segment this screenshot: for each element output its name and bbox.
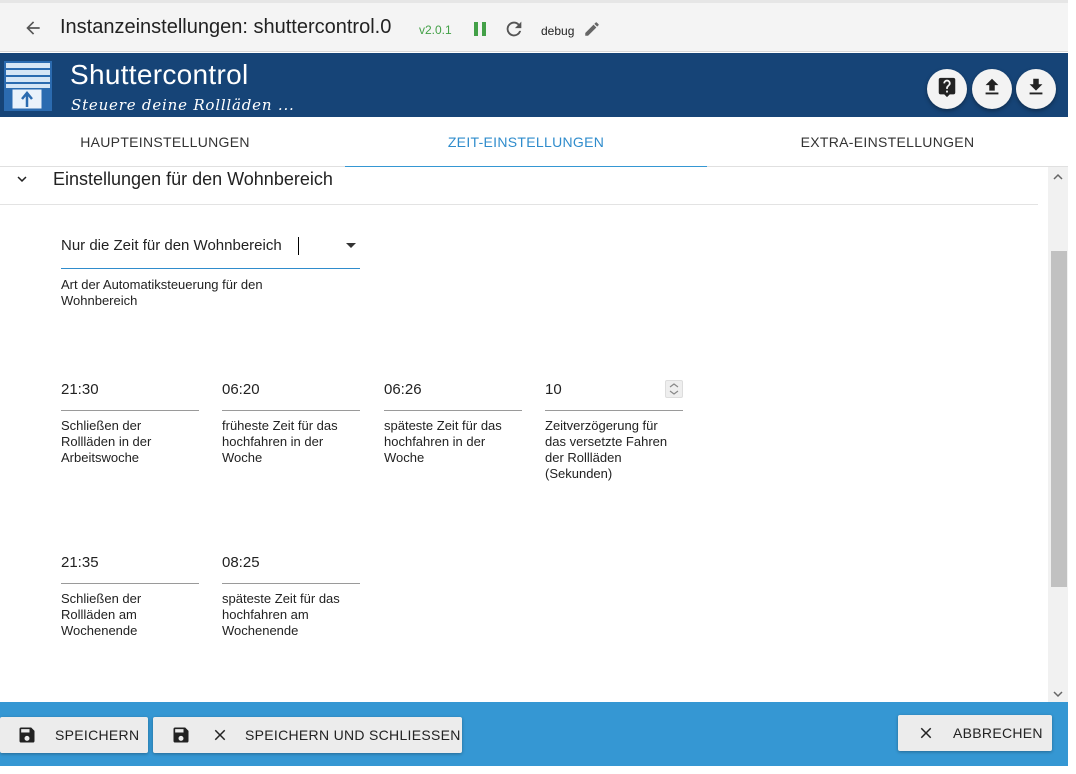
cancel-button[interactable]: ABBRECHEN — [898, 715, 1052, 751]
shutter-logo-icon — [4, 61, 52, 111]
help-icon — [936, 76, 958, 103]
top-bar: Instanzeinstellungen: shuttercontrol.0 v… — [0, 0, 1068, 52]
download-icon — [1025, 76, 1047, 103]
close-icon — [915, 722, 937, 744]
settings-content: Einstellungen für den Wohnbereich Nur di… — [0, 167, 1040, 702]
window-edge — [0, 766, 1076, 774]
tab-label: ZEIT-EINSTELLUNGEN — [447, 134, 605, 150]
caret-down-icon — [346, 243, 356, 248]
vertical-scrollbar[interactable] — [1048, 167, 1068, 702]
chevron-down-icon[interactable] — [13, 170, 31, 188]
window-edge — [1068, 0, 1076, 774]
tab-zeit-einstellungen[interactable]: ZEIT-EINSTELLUNGEN — [345, 117, 707, 168]
adapter-header: Shuttercontrol Steuere deine Rollläden .… — [0, 53, 1068, 117]
tab-haupteinstellungen[interactable]: HAUPTEINSTELLUNGEN — [0, 117, 330, 167]
earliest-up-weekday-field[interactable]: 06:20 — [222, 371, 360, 411]
field-value: 10 — [545, 381, 562, 398]
tab-label: EXTRA-EINSTELLUNGEN — [800, 134, 975, 150]
tab-label: HAUPTEINSTELLUNGEN — [80, 134, 250, 150]
upload-button[interactable] — [972, 69, 1012, 109]
edit-pencil-icon[interactable] — [583, 20, 601, 38]
field-value: 21:30 — [61, 381, 99, 398]
field-value: 06:26 — [384, 381, 422, 398]
text-cursor — [298, 237, 299, 255]
select-value: Nur die Zeit für den Wohnbereich — [61, 237, 282, 254]
automation-mode-select[interactable]: Nur die Zeit für den Wohnbereich — [61, 229, 360, 269]
field-value: 06:20 — [222, 381, 260, 398]
save-button[interactable]: SPEICHERN — [0, 717, 148, 753]
field-label: Schließen der Rollläden am Wochenende — [61, 591, 142, 638]
reload-icon[interactable] — [503, 18, 525, 40]
field-value: 21:35 — [61, 554, 99, 571]
section-title: Einstellungen für den Wohnbereich — [53, 169, 333, 189]
field-value: 08:25 — [222, 554, 260, 571]
version-label: v2.0.1 — [419, 23, 452, 37]
field-label: Schließen der Rollläden in der Arbeitswo… — [61, 418, 152, 465]
tab-extra-einstellungen[interactable]: EXTRA-EINSTELLUNGEN — [707, 117, 1068, 167]
number-spinner[interactable] — [665, 380, 683, 398]
app-subtitle: Steuere deine Rollläden ... — [71, 96, 295, 114]
close-weekday-time-field[interactable]: 21:30 — [61, 371, 199, 411]
action-footer: SPEICHERN SPEICHERN UND SCHLIESSEN ABBRE… — [0, 702, 1068, 766]
floppy-disk-icon — [170, 724, 192, 746]
log-level-label: debug — [541, 24, 575, 38]
delay-seconds-field[interactable]: 10 — [545, 371, 683, 411]
button-label: SPEICHERN UND SCHLIESSEN — [245, 727, 461, 743]
download-button[interactable] — [1016, 69, 1056, 109]
help-button[interactable] — [927, 69, 967, 109]
scroll-down-icon[interactable] — [1052, 687, 1064, 699]
pause-icon[interactable] — [472, 20, 488, 38]
settings-tabs: HAUPTEINSTELLUNGEN ZEIT-EINSTELLUNGEN EX… — [0, 117, 1068, 168]
page-title: Instanzeinstellungen: shuttercontrol.0 — [60, 16, 392, 38]
floppy-disk-icon — [16, 724, 38, 746]
latest-up-weekend-field[interactable]: 08:25 — [222, 544, 360, 584]
scroll-up-icon[interactable] — [1052, 170, 1064, 182]
button-label: ABBRECHEN — [953, 725, 1043, 741]
field-label: Zeitverzögerung für das versetzte Fahren… — [545, 418, 668, 481]
section-header-wohnbereich[interactable]: Einstellungen für den Wohnbereich — [0, 167, 1038, 205]
close-icon — [209, 724, 231, 746]
app-name: Shuttercontrol — [70, 59, 249, 90]
upload-icon — [981, 76, 1003, 103]
scrollbar-thumb[interactable] — [1051, 251, 1067, 587]
field-label: späteste Zeit für das hochfahren in der … — [384, 418, 502, 465]
field-label: früheste Zeit für das hochfahren in der … — [222, 418, 338, 465]
button-label: SPEICHERN — [55, 727, 140, 743]
close-weekend-time-field[interactable]: 21:35 — [61, 544, 199, 584]
latest-up-weekday-field[interactable]: 06:26 — [384, 371, 522, 411]
field-label: späteste Zeit für das hochfahren am Woch… — [222, 591, 340, 638]
save-and-close-button[interactable]: SPEICHERN UND SCHLIESSEN — [153, 717, 462, 753]
instance-settings-page: Instanzeinstellungen: shuttercontrol.0 v… — [0, 0, 1076, 774]
select-helper-text: Art der Automatiksteuerung für den Wohnb… — [61, 277, 263, 308]
back-arrow-icon[interactable] — [20, 15, 46, 41]
